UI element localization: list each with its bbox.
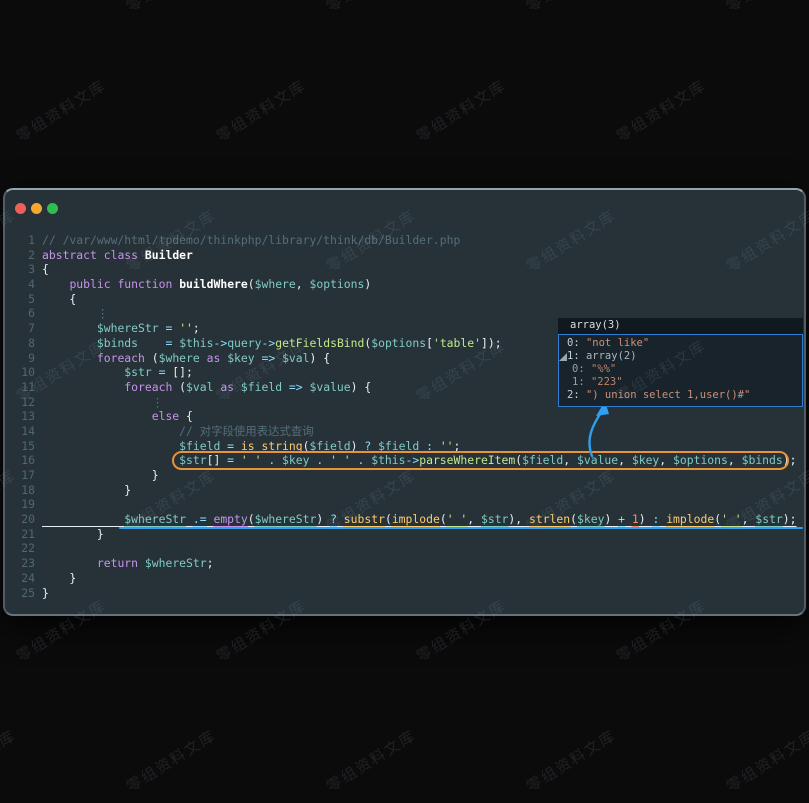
line-number: 25 [5,586,35,601]
code-text: foreach ($where as $key => $val) { [35,351,330,366]
line-number: 24 [5,571,35,586]
code-text: $whereStr .= empty($whereStr) ? substr(i… [35,512,797,527]
debug-popup: array(3) 0: "not like"1: array(2)0: "%%"… [558,318,803,407]
code-line[interactable]: 22 [5,541,804,556]
code-text: // /var/www/html/tpdemo/thinkphp/library… [35,233,460,248]
popup-row: 2: ") union select 1,user()#" [559,389,802,402]
code-line[interactable]: 24 } [5,571,804,586]
code-text: foreach ($val as $field => $value) { [35,380,371,395]
expander-icon[interactable] [559,353,567,361]
debug-popup-header: array(3) [558,318,803,334]
code-line[interactable]: 5 { [5,292,804,307]
popup-value: "223" [591,376,623,388]
code-text: ⋮ [35,395,163,410]
code-text: { [35,262,49,277]
line-number: 3 [5,262,35,277]
code-text: public function buildWhere($where, $opti… [35,277,371,292]
code-text: } [35,468,159,483]
minimize-button[interactable] [31,203,42,214]
code-line[interactable]: 3{ [5,262,804,277]
line-number: 15 [5,439,35,454]
line-number: 7 [5,321,35,336]
code-text: abstract class Builder [35,248,193,263]
code-text: } [35,571,76,586]
line-number: 21 [5,527,35,542]
line-number: 9 [5,351,35,366]
zoom-button[interactable] [47,203,58,214]
code-line[interactable]: 17 } [5,468,804,483]
line-number: 20 [5,512,35,527]
line-number: 5 [5,292,35,307]
line-number: 14 [5,424,35,439]
popup-value: array(2) [586,350,637,362]
line-number: 10 [5,365,35,380]
code-line[interactable]: 4 public function buildWhere($where, $op… [5,277,804,292]
line-number: 2 [5,248,35,263]
popup-value: ") union select 1,user()#" [586,389,750,401]
code-text: } [35,586,49,601]
code-text [35,497,42,512]
code-text: ⋮ [35,306,108,321]
line-number: 4 [5,277,35,292]
close-button[interactable] [15,203,26,214]
code-text: // 对字段使用表达式查询 [35,424,314,439]
code-text: else { [35,409,193,424]
popup-row: 0: "%%" [559,363,802,376]
code-text: $whereStr = ''; [35,321,200,336]
code-line[interactable]: 23 return $whereStr; [5,556,804,571]
line-number: 12 [5,395,35,410]
code-line[interactable]: 18 } [5,483,804,498]
popup-key: 2: [567,389,586,401]
code-text [35,541,42,556]
code-line[interactable]: 13 else { [5,409,804,424]
popup-value: "not like" [586,337,649,349]
line-number: 22 [5,541,35,556]
popup-row: 1: "223" [559,376,802,389]
popup-row: 1: array(2) [559,350,802,363]
code-line[interactable]: 25} [5,586,804,601]
code-line[interactable]: 20 $whereStr .= empty($whereStr) ? subst… [5,512,804,527]
code-text: return $whereStr; [35,556,213,571]
code-line[interactable]: 2abstract class Builder [5,248,804,263]
code-line[interactable]: 1// /var/www/html/tpdemo/thinkphp/librar… [5,233,804,248]
line-number: 17 [5,468,35,483]
code-text: $binds = $this->query->getFieldsBind($op… [35,336,502,351]
popup-key: 1: [567,350,586,362]
line-number: 8 [5,336,35,351]
popup-key: 1: [572,376,591,388]
debug-popup-body: 0: "not like"1: array(2)0: "%%"1: "223"2… [558,334,803,407]
line-number: 16 [5,453,35,468]
code-editor-window: 1// /var/www/html/tpdemo/thinkphp/librar… [3,188,806,616]
highlight-oval [172,451,789,470]
line-number: 11 [5,380,35,395]
popup-key: 0: [567,337,586,349]
annotation-underline [119,527,803,529]
popup-value: "%%" [591,363,616,375]
code-text: } [35,527,104,542]
code-line[interactable]: 14 // 对字段使用表达式查询 [5,424,804,439]
popup-row: 0: "not like" [559,337,802,350]
code-text: { [35,292,76,307]
line-number: 13 [5,409,35,424]
line-number: 23 [5,556,35,571]
line-number: 6 [5,306,35,321]
code-text: } [35,483,131,498]
code-text: $str = []; [35,365,193,380]
code-area[interactable]: 1// /var/www/html/tpdemo/thinkphp/librar… [5,233,804,600]
line-number: 1 [5,233,35,248]
popup-key: 0: [572,363,591,375]
line-number: 18 [5,483,35,498]
line-number: 19 [5,497,35,512]
code-line[interactable]: 19 [5,497,804,512]
window-titlebar[interactable] [5,190,804,226]
